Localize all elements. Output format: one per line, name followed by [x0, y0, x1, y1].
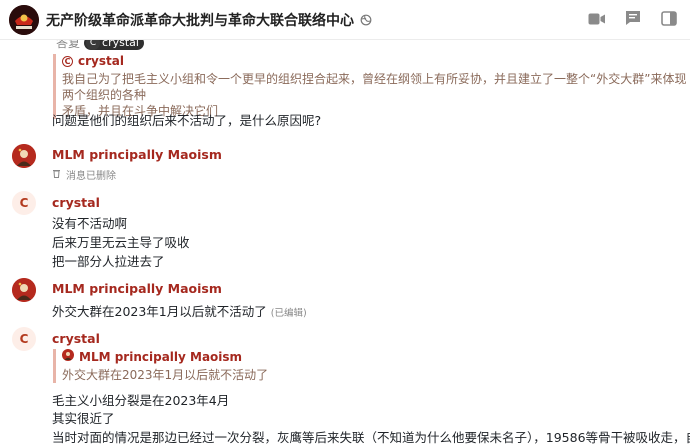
video-icon: [588, 11, 606, 30]
message-author[interactable]: crystal: [52, 195, 100, 210]
deleted-text: 消息已删除: [66, 171, 116, 182]
sidebar-toggle-button[interactable]: [658, 9, 680, 31]
quote-text: 外交大群在2023年1月以后就不活动了: [62, 368, 269, 382]
reply-user-name: crystal: [102, 40, 139, 49]
quote-avatar-icon: [62, 349, 74, 364]
quote-line: 我自己为了把毛主义小组和令一个更早的组织捏合起来，曾经在纲领上有所妥协，并且建立…: [62, 72, 687, 102]
header-actions: [586, 0, 680, 40]
threads-button[interactable]: [622, 9, 644, 31]
message-text: 毛主义小组分裂是在2023年4月: [52, 393, 230, 408]
comments-icon: [625, 10, 641, 30]
reply-user-chip[interactable]: C crystal: [84, 40, 144, 50]
reply-prefix: 答复: [56, 40, 81, 50]
reply-avatar: C: [86, 40, 101, 50]
quote-author-name: crystal: [78, 54, 124, 68]
sidebar-icon: [661, 10, 677, 30]
avatar[interactable]: C: [12, 327, 36, 351]
mlm-avatar-icon: [12, 278, 36, 302]
message-body: 外交大群在2023年1月以后就不活动了: [52, 304, 267, 319]
avatar[interactable]: C: [12, 191, 36, 215]
quote-author-name: MLM principally Maoism: [79, 349, 243, 364]
message-author[interactable]: crystal: [52, 331, 100, 346]
channel-avatar[interactable]: [9, 4, 39, 35]
quoted-message[interactable]: MLM principally Maoism 外交大群在2023年1月以后就不活…: [53, 349, 269, 383]
message-text: 把一部分人拉进去了: [52, 254, 165, 269]
quote-avatar: C: [62, 55, 73, 67]
message-text: 其实很近了: [52, 411, 115, 426]
message-text: 问题是他们的组织后来不活动了，是什么原因呢?: [52, 113, 322, 128]
message-author[interactable]: MLM principally Maoism: [52, 147, 222, 162]
trash-icon: [52, 168, 61, 181]
video-call-button[interactable]: [586, 9, 608, 31]
message-text: 当时对面的情况是那边已经过一次分裂，灰鹰等后来失联（不知道为什么他要保未名子），…: [52, 430, 690, 445]
message-text: 后来万里无云主导了吸收: [52, 235, 190, 250]
deleted-notice: 消息已删除: [52, 167, 116, 182]
message-text: 没有不活动啊: [52, 216, 128, 231]
avatar[interactable]: [12, 144, 36, 168]
channel-logo-icon: [9, 4, 39, 35]
quote-author: C crystal: [62, 54, 690, 68]
avatar[interactable]: [12, 278, 36, 302]
reply-reference[interactable]: 答复 C crystal: [56, 40, 144, 51]
quote-author: MLM principally Maoism: [62, 349, 268, 364]
message-text: 外交大群在2023年1月以后就不活动了 (已编辑): [52, 301, 307, 320]
message-author[interactable]: MLM principally Maoism: [52, 281, 222, 296]
channel-title: 无产阶级革命派革命大批判与革命大联合联络中心: [46, 12, 354, 29]
globe-icon: [360, 14, 372, 26]
edited-label: (已编辑): [270, 308, 307, 319]
mlm-avatar-icon: [12, 144, 36, 168]
channel-header: 无产阶级革命派革命大批判与革命大联合联络中心: [0, 0, 690, 40]
message-feed[interactable]: 答复 C crystal C crystal 我自己为了把毛主义小组和令一个更早…: [0, 40, 690, 445]
